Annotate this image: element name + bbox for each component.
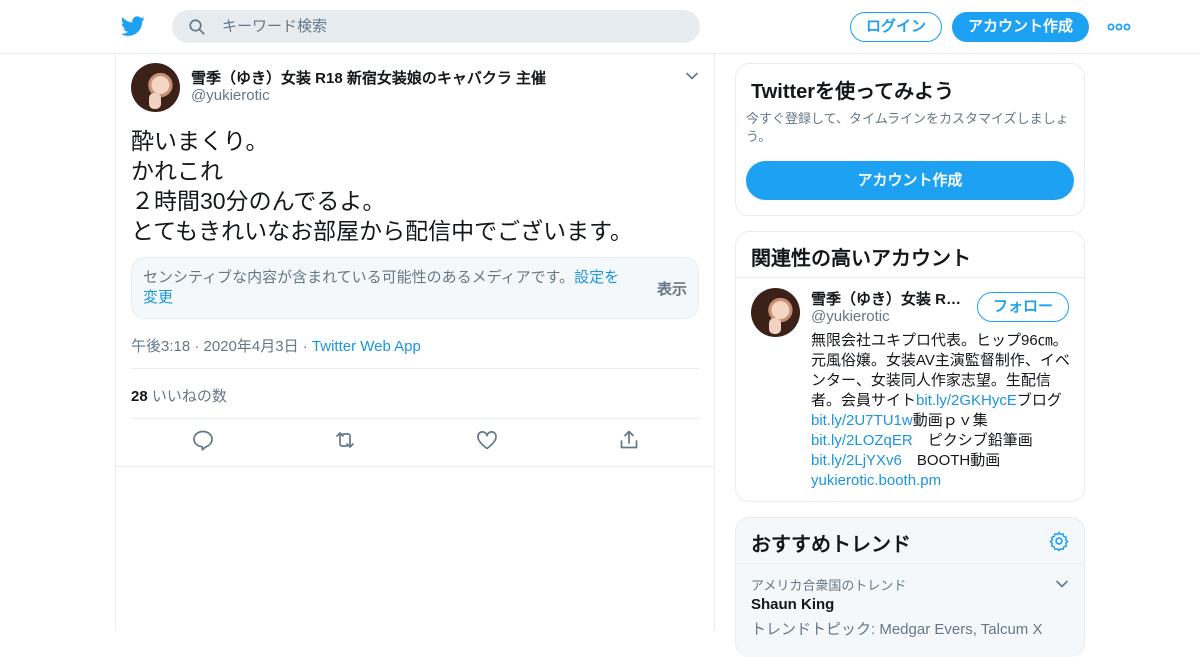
share-icon[interactable] [617, 428, 641, 452]
reply-icon[interactable] [191, 428, 215, 452]
related-accounts-card: 関連性の高いアカウント 雪季（ゆき）女装 R18 新宿女装娘のキャバクラ 主催 … [735, 231, 1085, 502]
retweet-icon[interactable] [333, 428, 357, 452]
avatar[interactable] [751, 288, 800, 337]
trends-card: おすすめトレンド アメリカ合衆国のトレンド Shaun King トレンドトピッ… [735, 517, 1085, 657]
sensitive-message: センシティブな内容が含まれている可能性のあるメディアです。設定を変更 [143, 268, 633, 308]
divider [736, 563, 1084, 564]
tweet-line: とてもきれいなお部屋から配信中でございます。 [131, 218, 633, 244]
bio-link[interactable]: bit.ly/2U7TU1w [811, 412, 913, 429]
like-count[interactable]: 28 いいねの数 [131, 385, 227, 406]
top-bar: ログイン アカウント作成 [0, 0, 1200, 54]
account-handle[interactable]: @yukierotic [811, 308, 890, 325]
account-name[interactable]: 雪季（ゆき）女装 R18 新宿女装娘のキャバクラ 主催 [811, 288, 966, 309]
author-name[interactable]: 雪季（ゆき）女装 R18 新宿女装娘のキャバクラ 主催 [191, 67, 546, 88]
bio-text: BOOTH動画 [901, 452, 1016, 469]
tweet-line: かれこれ [131, 158, 223, 184]
more-icon[interactable] [1106, 18, 1132, 36]
bio-text: ブログ [1016, 392, 1062, 409]
like-count-label: いいねの数 [151, 388, 227, 405]
card-subtitle: 今すぐ登録して、タイムラインをカスタマイズしましょう。 [746, 111, 1069, 144]
search-input[interactable] [222, 10, 682, 43]
follow-button[interactable]: フォロー [977, 292, 1069, 322]
sensitive-text: センシティブな内容が含まれている可能性のあるメディアです。 [143, 269, 575, 286]
gear-icon[interactable] [1048, 530, 1070, 552]
tweet-line: 酔いまくり。 [131, 128, 269, 154]
sensitive-media-notice: センシティブな内容が含まれている可能性のあるメディアです。設定を変更 表示 [131, 257, 699, 319]
signup-button[interactable]: アカウント作成 [952, 12, 1089, 42]
account-bio: 無限会社ユキプロ代表。ヒップ96㎝。元風俗嬢。女装AV主演監督制作、イベンター、… [811, 331, 1073, 491]
search-icon [189, 19, 205, 35]
source-link[interactable]: Twitter Web App [312, 338, 421, 355]
show-media-button[interactable]: 表示 [657, 278, 687, 299]
login-button[interactable]: ログイン [850, 12, 942, 42]
tweet-meta: 午後3:18 · 2020年4月3日 · Twitter Web App [131, 335, 421, 356]
signup-card-button[interactable]: アカウント作成 [746, 161, 1074, 200]
chevron-down-icon[interactable] [1054, 576, 1070, 592]
tweet-actions [131, 428, 699, 458]
divider [736, 277, 1084, 278]
card-title: おすすめトレンド [751, 534, 911, 556]
tweet-column: 雪季（ゆき）女装 R18 新宿女装娘のキャバクラ 主催 @yukierotic … [115, 54, 715, 630]
try-twitter-card: Twitterを使ってみよう 今すぐ登録して、タイムラインをカスタマイズしましょ… [735, 63, 1085, 216]
chevron-down-icon[interactable] [684, 68, 700, 84]
trend-context: アメリカ合衆国のトレンド [751, 578, 907, 593]
tweet-line: ２時間30分のんでるよ。 [131, 188, 386, 214]
bio-link[interactable]: bit.ly/2LjYXv6 [811, 452, 902, 469]
bio-text: 動画ｐｖ集 [912, 412, 988, 429]
heart-icon[interactable] [475, 428, 499, 452]
avatar[interactable] [131, 63, 180, 112]
divider [131, 418, 699, 419]
card-title: 関連性の高いアカウント [751, 248, 971, 270]
trend-topic: トレンドトピック: Medgar Evers, Talcum X [751, 621, 1043, 638]
timestamp[interactable]: 午後3:18 · 2020年4月3日 · [131, 338, 308, 355]
trend-name[interactable]: Shaun King [751, 596, 834, 613]
bio-link[interactable]: bit.ly/2LOZqER [811, 432, 913, 449]
like-count-value: 28 [131, 388, 148, 405]
tweet-text: 酔いまくり。 かれこれ ２時間30分のんでるよ。 とてもきれいなお部屋から配信中… [131, 126, 691, 246]
bio-link[interactable]: yukierotic.booth.pm [811, 472, 941, 489]
search-box[interactable] [172, 10, 700, 43]
card-title: Twitterを使ってみよう [751, 81, 955, 103]
divider [116, 466, 714, 467]
bio-text: ピクシブ鉛筆画 [912, 432, 1033, 449]
bio-link[interactable]: bit.ly/2GKHycE [916, 392, 1017, 409]
twitter-bird-icon[interactable] [120, 14, 146, 38]
divider [131, 368, 699, 369]
author-handle[interactable]: @yukierotic [191, 87, 270, 104]
